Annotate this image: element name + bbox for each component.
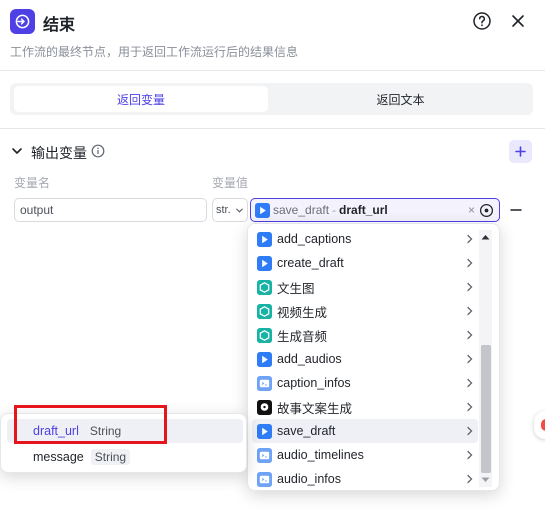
info-icon[interactable] bbox=[91, 144, 105, 158]
scrollbar-thumb[interactable] bbox=[481, 345, 491, 473]
chevron-right-icon bbox=[467, 258, 473, 268]
return-mode-tabs: 返回变量 返回文本 bbox=[10, 83, 533, 115]
dropdown-item[interactable]: 生成音频 bbox=[252, 323, 478, 347]
value-separator: - bbox=[332, 203, 337, 217]
dropdown-item-label: add_captions bbox=[277, 232, 352, 246]
dropdown-item-label: audio_timelines bbox=[277, 448, 364, 462]
dropdown-item[interactable]: 故事文案生成 bbox=[252, 395, 478, 419]
dropdown-item[interactable]: create_draft bbox=[252, 251, 478, 275]
end-node-icon bbox=[10, 9, 35, 34]
chevron-right-icon bbox=[467, 330, 473, 340]
dropdown-item-label: add_audios bbox=[277, 352, 342, 366]
field-type-badge: String bbox=[90, 449, 131, 465]
dropdown-scrollbar[interactable] bbox=[479, 230, 492, 487]
plugin-teal-icon bbox=[257, 327, 272, 343]
dropdown-item-label: audio_infos bbox=[277, 472, 341, 486]
target-icon[interactable] bbox=[479, 203, 494, 218]
chevron-right-icon bbox=[467, 234, 473, 244]
output-section-title: 输出变量 bbox=[31, 145, 87, 161]
value-field-name: draft_url bbox=[339, 203, 388, 217]
dropdown-item-label: caption_infos bbox=[277, 376, 351, 390]
dropdown-item-label: 视频生成 bbox=[277, 305, 328, 320]
dropdown-item-label: 生成音频 bbox=[277, 329, 328, 344]
chevron-right-icon bbox=[467, 402, 473, 412]
dropdown-item[interactable]: add_audios bbox=[252, 347, 478, 371]
code-blue-icon bbox=[257, 375, 272, 391]
dropdown-item-label: create_draft bbox=[277, 256, 344, 270]
side-handle[interactable] bbox=[534, 411, 545, 439]
column-label-value: 变量值 bbox=[212, 176, 249, 190]
dropdown-item[interactable]: audio_timelines bbox=[252, 443, 478, 467]
plugin-blue-icon bbox=[257, 351, 272, 367]
chevron-down-icon[interactable] bbox=[10, 144, 24, 158]
chevron-right-icon bbox=[467, 474, 473, 484]
dropdown-item-label: save_draft bbox=[277, 424, 336, 438]
chevron-right-icon bbox=[467, 306, 473, 316]
dropdown-item[interactable]: audio_infos bbox=[252, 467, 478, 491]
plus-icon bbox=[515, 146, 526, 157]
plugin-blue-icon bbox=[257, 423, 272, 439]
value-node-name: save_draft bbox=[273, 203, 330, 217]
annotation-highlight-box bbox=[14, 405, 167, 444]
plugin-blue-icon bbox=[257, 231, 272, 247]
help-icon[interactable] bbox=[472, 11, 492, 31]
dropdown-item[interactable]: 视频生成 bbox=[252, 299, 478, 323]
type-select-value: str. bbox=[216, 204, 231, 216]
chevron-right-icon bbox=[467, 282, 473, 292]
code-blue-icon bbox=[257, 447, 272, 463]
remove-variable-button[interactable] bbox=[509, 203, 523, 217]
field-option-name: message bbox=[33, 450, 84, 464]
end-node-panel: 结束 工作流的最终节点，用于返回工作流运行后的结果信息 返回变量 返回文本 输出… bbox=[0, 0, 545, 515]
column-label-name: 变量名 bbox=[14, 176, 51, 190]
dropdown-item[interactable]: caption_infos bbox=[252, 371, 478, 395]
scroll-up-icon[interactable] bbox=[481, 234, 490, 240]
divider bbox=[0, 70, 545, 71]
divider bbox=[0, 128, 545, 129]
panel-description: 工作流的最终节点，用于返回工作流运行后的结果信息 bbox=[10, 45, 299, 59]
field-option-message[interactable]: message String bbox=[7, 445, 243, 469]
clear-icon[interactable]: × bbox=[468, 203, 475, 217]
dropdown-item-label: 故事文案生成 bbox=[277, 401, 353, 416]
panel-title: 结束 bbox=[43, 17, 76, 34]
tab-return-variables[interactable]: 返回变量 bbox=[14, 86, 268, 112]
plugin-teal-icon bbox=[257, 303, 272, 319]
chevron-down-icon bbox=[236, 208, 243, 213]
minus-icon bbox=[510, 209, 522, 211]
close-icon[interactable] bbox=[508, 11, 528, 31]
dropdown-item[interactable]: save_draft bbox=[252, 419, 478, 443]
plugin-icon bbox=[255, 202, 270, 218]
dropdown-item-label: 文生图 bbox=[277, 281, 315, 296]
llm-black-icon bbox=[257, 399, 272, 415]
tab-return-text[interactable]: 返回文本 bbox=[272, 86, 529, 112]
plugin-blue-icon bbox=[257, 255, 272, 271]
dropdown-item[interactable]: 文生图 bbox=[252, 275, 478, 299]
chevron-right-icon bbox=[467, 426, 473, 436]
variable-name-input[interactable]: output bbox=[14, 198, 207, 222]
chevron-right-icon bbox=[467, 354, 473, 364]
code-blue-icon bbox=[257, 471, 272, 487]
plugin-teal-icon bbox=[257, 279, 272, 295]
dropdown-item[interactable]: add_captions bbox=[252, 227, 478, 251]
node-dropdown: add_captions create_draft 文生图视频生成生成音频 add_a… bbox=[247, 223, 500, 491]
chevron-right-icon bbox=[467, 450, 473, 460]
variable-value-select[interactable]: save_draft - draft_url × bbox=[250, 198, 500, 222]
add-variable-button[interactable] bbox=[509, 140, 532, 163]
chevron-right-icon bbox=[467, 378, 473, 388]
side-handle-dot bbox=[541, 419, 545, 431]
variable-type-select[interactable]: str. bbox=[212, 198, 248, 222]
scroll-down-icon[interactable] bbox=[481, 477, 490, 483]
